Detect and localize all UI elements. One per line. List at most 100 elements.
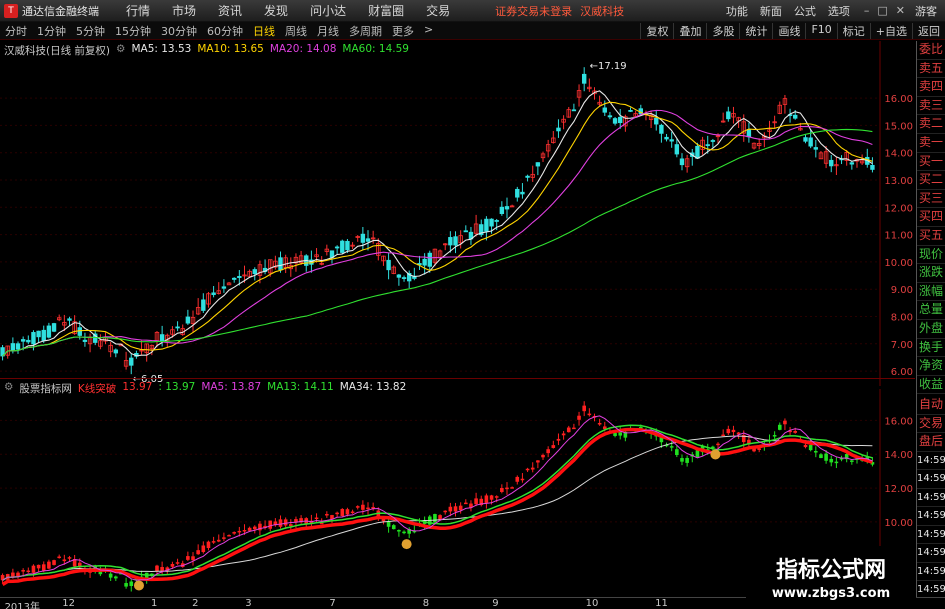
overlay-button[interactable]: 叠加 [673,22,706,39]
candle-body [535,162,541,167]
side-label[interactable]: 外盘 [917,320,945,339]
candle-body [664,136,669,140]
side-label[interactable]: 净资 [917,357,945,376]
mark-button[interactable]: 标记 [836,22,870,39]
k-body [680,458,684,462]
minimize-icon[interactable]: – [864,4,870,17]
menu-quotes[interactable]: 行情 [115,2,161,19]
k-body [530,467,535,470]
tab-more[interactable]: 更多 [387,23,419,39]
candle-body [10,343,16,351]
candle-body [67,318,72,321]
tab-daily[interactable]: 日线 [248,23,280,39]
candle-body [705,144,710,147]
tab-15min[interactable]: 15分钟 [110,23,156,39]
stock-name-title: 汉威科技 [580,4,625,18]
candle-body [51,323,57,332]
candle-body [26,339,31,343]
k-body [577,415,581,420]
menu-trade[interactable]: 交易 [415,2,461,19]
date-tick: 8 [422,598,430,609]
menu-layout[interactable]: 新面 [754,3,788,19]
side-label[interactable]: 委比 [917,41,945,60]
menu-wealth[interactable]: 财富圈 [357,2,415,19]
candle-body [231,277,237,280]
chevron-right-icon[interactable]: > [419,23,438,39]
side-label[interactable]: 总量 [917,301,945,320]
back-button[interactable]: 返回 [912,22,945,39]
menu-market[interactable]: 市场 [161,2,207,19]
menu-ask[interactable]: 问小达 [299,2,357,19]
k-body [536,460,540,463]
side-label[interactable]: 买五 [917,227,945,246]
side-label[interactable]: 涨跌 [917,264,945,283]
k-body [757,448,761,450]
side-label[interactable]: 卖二 [917,115,945,134]
tab-30min[interactable]: 30分钟 [156,23,202,39]
tab-multi-period[interactable]: 多周期 [344,23,387,39]
candle-body [453,236,458,246]
side-label[interactable]: 买二 [917,171,945,190]
menu-news[interactable]: 资讯 [207,2,253,19]
trade-time: 盘后 [917,433,945,452]
side-label[interactable]: 卖一 [917,134,945,153]
k-body [484,495,489,503]
add-watchlist-button[interactable]: +自选 [869,22,912,39]
f10-button[interactable]: F10 [805,22,836,39]
side-label[interactable]: 买三 [917,190,945,209]
menu-function[interactable]: 功能 [720,3,754,19]
k-body [196,550,200,555]
draw-line-button[interactable]: 画线 [772,22,805,39]
menu-discover[interactable]: 发现 [253,2,299,19]
k-body [675,449,679,456]
candle-body [674,144,680,155]
candle-body [360,233,366,243]
side-label[interactable]: 卖三 [917,97,945,116]
candle-body [813,147,819,150]
tab-1min[interactable]: 1分钟 [32,23,71,39]
right-menu: 功能 新面 公式 选项 [720,3,856,19]
tab-60min[interactable]: 60分钟 [202,23,248,39]
signal-coin-icon [401,539,412,550]
high-label: ←17.19 [590,61,627,72]
price-tick: 13.00 [884,176,913,187]
k-body [803,444,808,448]
k-body [366,507,370,510]
trade-time: 14:59 [917,470,945,489]
tab-monthly[interactable]: 月线 [312,23,344,39]
side-label[interactable]: 收益 [917,376,945,395]
ma10-line [2,101,873,357]
candle-body [654,117,659,125]
close-icon[interactable]: ✕ [896,4,905,17]
statistics-button[interactable]: 统计 [739,22,772,39]
tab-intraday[interactable]: 分时 [0,23,32,39]
candle-body [211,292,216,296]
menu-formula[interactable]: 公式 [788,3,822,19]
candlestick-chart[interactable]: 16.00 15.00 14.00 13.00 12.00 11.00 10.00 9.00 8… [0,41,915,386]
k-body [201,545,206,553]
candle-body [422,258,427,266]
candle-body [499,206,505,214]
menu-options[interactable]: 选项 [822,3,856,19]
side-label[interactable]: 换手 [917,339,945,358]
side-label[interactable]: 买四 [917,208,945,227]
k-body [824,453,828,461]
side-label[interactable]: 涨幅 [917,283,945,302]
maximize-icon[interactable]: □ [877,4,887,17]
k-body [772,435,777,437]
tab-5min[interactable]: 5分钟 [71,23,110,39]
tab-weekly[interactable]: 周线 [280,23,312,39]
guest-label[interactable]: 游客 [915,3,937,19]
chart-tools: 复权 叠加 多股 统计 画线 F10 标记 +自选 返回 [640,22,945,39]
login-alert[interactable]: 证券交易未登录 [495,3,572,19]
k-body [391,525,396,530]
ma60-line [2,128,873,357]
multi-stock-button[interactable]: 多股 [706,22,739,39]
k-body [685,457,689,463]
restore-right-button[interactable]: 复权 [640,22,673,39]
side-label[interactable]: 买一 [917,153,945,172]
side-label[interactable]: 现价 [917,246,945,265]
k-body [572,427,576,430]
side-label[interactable]: 卖五 [917,60,945,79]
side-label[interactable]: 卖四 [917,78,945,97]
